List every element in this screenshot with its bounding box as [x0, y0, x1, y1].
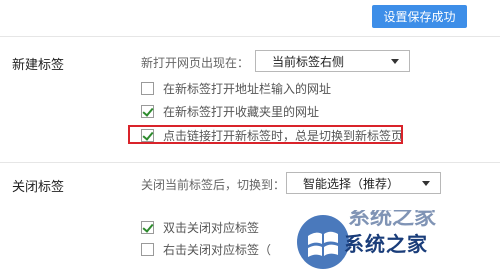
- save-status-button[interactable]: 设置保存成功: [372, 5, 467, 28]
- checkbox-open-address-bar[interactable]: [141, 82, 154, 95]
- option-label: 双击关闭对应标签: [163, 221, 260, 235]
- watermark-text: 系统之家: [344, 232, 428, 256]
- chevron-down-icon: [422, 181, 430, 186]
- option-label: 右击关闭对应标签（: [163, 243, 272, 257]
- open-position-select-value: 当前标签右侧: [272, 54, 345, 69]
- new-tab-section-title: 新建标签: [12, 58, 65, 73]
- checkbox-double-click-close[interactable]: [141, 221, 154, 234]
- option-label: 在新标签打开收藏夹里的网址: [163, 105, 320, 119]
- highlight-box: [128, 125, 403, 144]
- section-divider: [0, 162, 500, 163]
- after-close-select[interactable]: 智能选择（推荐）: [286, 172, 441, 194]
- option-double-click-close[interactable]: 双击关闭对应标签: [141, 219, 259, 236]
- open-position-select[interactable]: 当前标签右侧: [255, 50, 410, 72]
- watermark-partial-text: 系统之家: [348, 210, 437, 230]
- after-close-label: 关闭当前标签后，切换到：: [141, 178, 286, 192]
- after-close-select-value: 智能选择（推荐）: [303, 176, 400, 191]
- checkbox-right-click-close[interactable]: [141, 243, 154, 256]
- close-tab-section-title: 关闭标签: [12, 180, 65, 195]
- option-right-click-close[interactable]: 右击关闭对应标签（: [141, 241, 271, 258]
- top-divider: [0, 36, 500, 37]
- checkbox-open-favorites[interactable]: [141, 105, 154, 118]
- option-open-favorites[interactable]: 在新标签打开收藏夹里的网址: [141, 103, 319, 120]
- option-label: 在新标签打开地址栏输入的网址: [163, 82, 332, 96]
- option-open-address-bar[interactable]: 在新标签打开地址栏输入的网址: [141, 80, 331, 97]
- open-position-label: 新打开网页出现在：: [141, 56, 250, 70]
- chevron-down-icon: [391, 59, 399, 64]
